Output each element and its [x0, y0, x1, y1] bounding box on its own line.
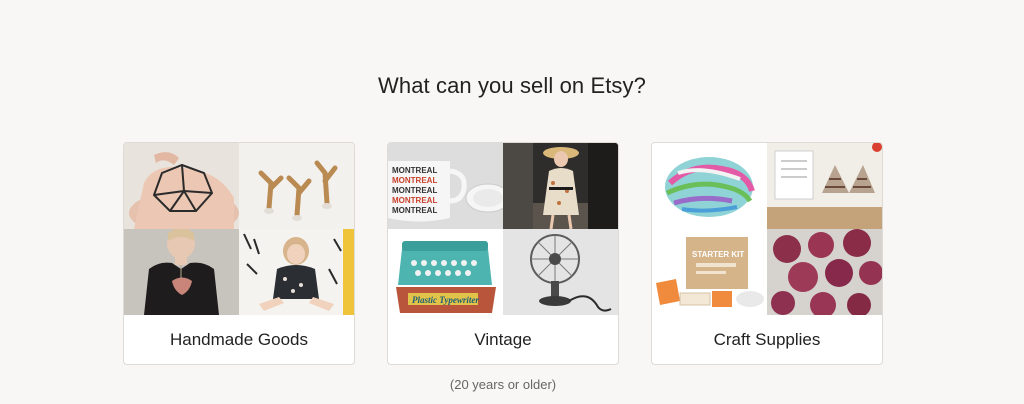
montreal-mugs-image: MONTREAL MONTREAL MONTREAL MONTREAL MONT… — [388, 143, 503, 229]
handmade-image-grid — [124, 143, 354, 315]
vintage-desk-fan-image — [503, 229, 618, 315]
felt-balls-image — [767, 229, 882, 315]
craft-supplies-label: Craft Supplies — [713, 330, 821, 349]
svg-text:Plastic Typewriter: Plastic Typewriter — [412, 295, 479, 305]
svg-text:MONTREAL: MONTREAL — [392, 176, 437, 185]
knitting-pattern-image — [767, 143, 882, 229]
printed-tank-top-image — [124, 229, 239, 315]
section-title: What can you sell on Etsy? — [378, 73, 646, 98]
yarn-skein-image — [652, 143, 767, 229]
wooden-wall-hooks-image — [239, 143, 354, 229]
child-print-dress-image — [239, 229, 354, 315]
geometric-glass-terrarium-image — [124, 143, 239, 229]
svg-text:MONTREAL: MONTREAL — [392, 166, 437, 175]
svg-text:STARTER KIT: STARTER KIT — [692, 250, 744, 259]
starter-kit-box-image: STARTER KIT — [652, 229, 767, 315]
craft-supplies-card[interactable]: STARTER KIT Craft Supplies — [651, 142, 883, 365]
craft-image-grid: STARTER KIT — [652, 143, 882, 315]
vintage-age-note: (20 years or older) — [449, 377, 557, 392]
vintage-card[interactable]: MONTREAL MONTREAL MONTREAL MONTREAL MONT… — [387, 142, 619, 365]
woman-vintage-dress-image — [503, 143, 618, 229]
svg-text:MONTREAL: MONTREAL — [392, 196, 437, 205]
svg-text:MONTREAL: MONTREAL — [392, 206, 437, 215]
vintage-label: Vintage — [474, 330, 532, 349]
vintage-image-grid: MONTREAL MONTREAL MONTREAL MONTREAL MONT… — [388, 143, 618, 315]
handmade-goods-label: Handmade Goods — [170, 330, 308, 349]
handmade-goods-card[interactable]: Handmade Goods — [123, 142, 355, 365]
svg-text:MONTREAL: MONTREAL — [392, 186, 437, 195]
toy-typewriter-image: Plastic Typewriter — [388, 229, 503, 315]
